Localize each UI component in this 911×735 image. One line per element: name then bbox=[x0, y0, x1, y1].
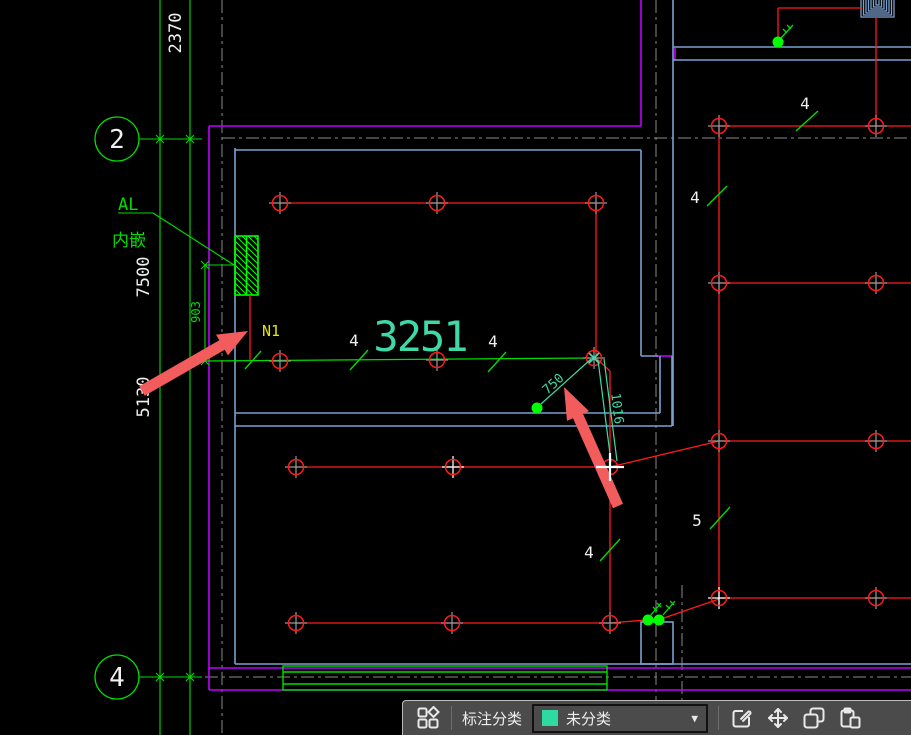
wire-count-2: 4 bbox=[488, 332, 498, 351]
color-swatch bbox=[542, 710, 559, 726]
wire-count-4: 4 bbox=[690, 188, 700, 207]
grid-axis-label: 2 bbox=[109, 125, 125, 155]
annotation-toolbar: 标注分类 未分类 ▼ bbox=[402, 700, 911, 735]
copy-icon[interactable] bbox=[801, 705, 827, 731]
category-label: 标注分类 bbox=[462, 710, 523, 728]
category-dropdown[interactable]: 未分类 ▼ bbox=[532, 703, 709, 733]
category-dropdown-value: 未分类 bbox=[566, 710, 612, 728]
dim-903[interactable]: 903 bbox=[189, 301, 203, 323]
category-grid-icon[interactable] bbox=[415, 705, 441, 731]
wire-count-6: 4 bbox=[584, 543, 594, 562]
selected-dim-text[interactable]: 3251 bbox=[373, 312, 468, 361]
dropdown-arrow-icon: ▼ bbox=[691, 711, 699, 725]
edit-annotation-icon[interactable] bbox=[729, 705, 755, 731]
wire-count-3: 4 bbox=[800, 94, 810, 113]
circuit-label-n1[interactable]: N1 bbox=[262, 322, 280, 340]
drawing-background bbox=[0, 0, 911, 735]
paste-icon[interactable] bbox=[837, 705, 863, 731]
dim-2370[interactable]: 2370 bbox=[166, 13, 186, 54]
grid-axis-label: 4 bbox=[109, 663, 125, 693]
wire-count-1: 4 bbox=[349, 331, 359, 350]
move-icon[interactable] bbox=[765, 705, 791, 731]
panel-label[interactable]: AL bbox=[118, 195, 138, 215]
panel-mount-label[interactable]: 内嵌 bbox=[112, 231, 146, 251]
dim-7500[interactable]: 7500 bbox=[134, 257, 154, 298]
toolbar-separator bbox=[718, 706, 720, 730]
cad-drawing-canvas[interactable]: 3251 750 1016 2370 7500 5130 903 AL 内嵌 N… bbox=[0, 0, 911, 735]
distribution-panel-symbol[interactable] bbox=[234, 235, 259, 296]
toolbar-separator bbox=[451, 706, 452, 730]
wire-count-5: 5 bbox=[692, 511, 702, 530]
